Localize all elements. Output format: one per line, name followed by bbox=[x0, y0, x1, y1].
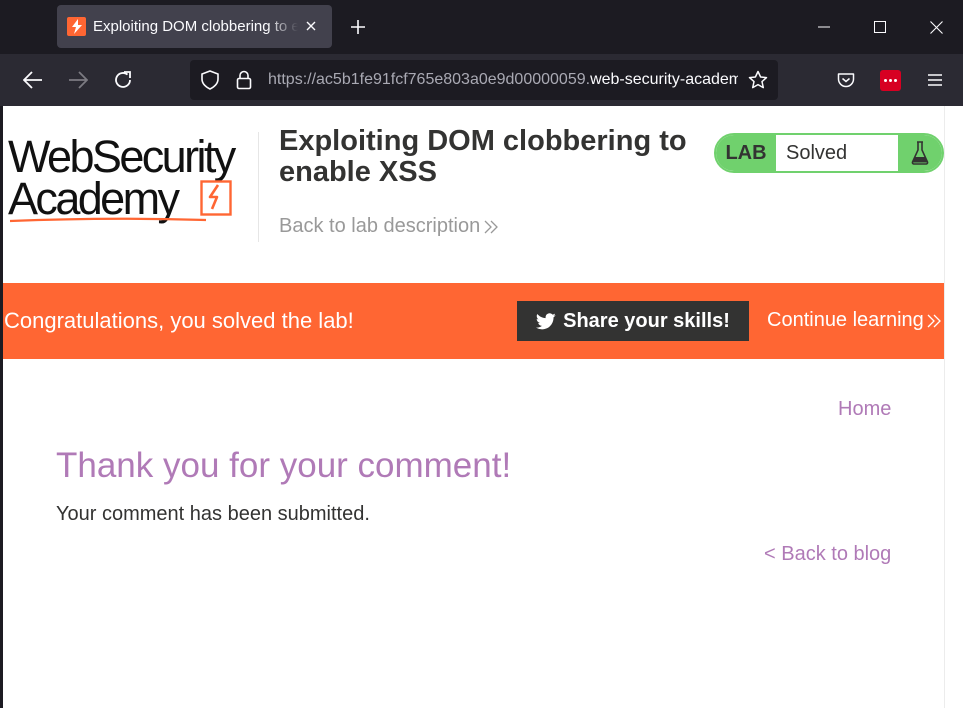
page-heading: Thank you for your comment! bbox=[56, 446, 512, 485]
tab-title: Exploiting DOM clobbering to enable XSS bbox=[93, 18, 298, 35]
twitter-icon bbox=[536, 312, 556, 329]
reload-icon[interactable] bbox=[109, 66, 137, 94]
lab-title: Exploiting DOM clobbering to enable XSS bbox=[279, 125, 687, 188]
share-skills-label: Share your skills! bbox=[563, 309, 730, 332]
share-skills-button[interactable]: Share your skills! bbox=[517, 301, 749, 341]
browser-titlebar: Exploiting DOM clobbering to enable XSS bbox=[0, 0, 963, 54]
url-prefix: https://ac5b1fe91fcf765e803a0e9d00000059… bbox=[268, 71, 591, 88]
url-bar[interactable]: https://ac5b1fe91fcf765e803a0e9d00000059… bbox=[190, 60, 778, 100]
menu-icon[interactable] bbox=[923, 68, 947, 92]
web-security-academy-logo[interactable]: WebSecurity Academy bbox=[8, 130, 258, 224]
browser-tab-active[interactable]: Exploiting DOM clobbering to enable XSS bbox=[57, 5, 332, 48]
home-link[interactable]: Home bbox=[838, 398, 891, 421]
double-chevron-right-icon bbox=[927, 314, 941, 327]
status-lab-label: LAB bbox=[716, 135, 776, 171]
close-tab-icon[interactable] bbox=[302, 17, 320, 35]
double-chevron-right-icon bbox=[484, 220, 499, 233]
lab-status-widget: LAB Solved bbox=[714, 133, 944, 173]
extension-icon[interactable] bbox=[878, 68, 902, 92]
flask-icon bbox=[898, 135, 942, 171]
url-text[interactable]: https://ac5b1fe91fcf765e803a0e9d00000059… bbox=[268, 71, 738, 89]
page-content: WebSecurity Academy Exploiting DOM clobb… bbox=[3, 106, 944, 708]
header-divider bbox=[258, 132, 259, 242]
back-to-lab-description-link[interactable]: Back to lab description bbox=[279, 215, 499, 238]
back-to-lab-description-label: Back to lab description bbox=[279, 215, 481, 237]
continue-learning-label: Continue learning bbox=[767, 309, 924, 331]
solved-banner: Congratulations, you solved the lab! Sha… bbox=[3, 283, 944, 359]
logo-bolt-icon bbox=[200, 180, 232, 216]
forward-icon[interactable] bbox=[64, 66, 92, 94]
lock-icon[interactable] bbox=[234, 70, 254, 90]
back-to-blog-link[interactable]: < Back to blog bbox=[764, 543, 891, 566]
star-icon[interactable] bbox=[748, 70, 768, 90]
minimize-icon[interactable] bbox=[811, 14, 837, 40]
new-tab-icon[interactable] bbox=[345, 14, 371, 40]
back-icon[interactable] bbox=[19, 66, 47, 94]
shield-icon[interactable] bbox=[200, 70, 220, 90]
status-text: Solved bbox=[786, 142, 848, 164]
logo-underline bbox=[9, 217, 207, 223]
submission-confirmation: Your comment has been submitted. bbox=[56, 503, 370, 525]
bolt-favicon-icon bbox=[67, 17, 86, 36]
logo-line2: Academy bbox=[8, 173, 180, 224]
url-domain: web-security-academy.net bbox=[590, 71, 738, 88]
pocket-icon[interactable] bbox=[834, 68, 858, 92]
congratulations-message: Congratulations, you solved the lab! bbox=[4, 308, 354, 333]
scrollbar-gutter bbox=[944, 106, 963, 708]
continue-learning-link[interactable]: Continue learning bbox=[767, 309, 941, 332]
maximize-icon[interactable] bbox=[867, 14, 893, 40]
close-window-icon[interactable] bbox=[923, 14, 949, 40]
browser-navbar: https://ac5b1fe91fcf765e803a0e9d00000059… bbox=[0, 54, 963, 106]
